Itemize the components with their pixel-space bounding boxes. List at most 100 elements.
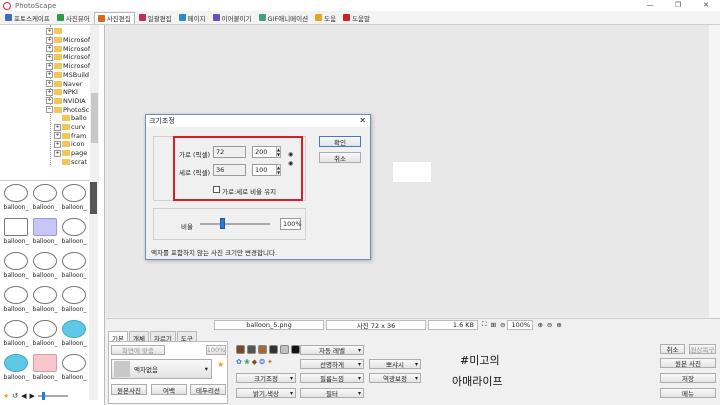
- frame-select[interactable]: 액자없음 ▾: [111, 359, 212, 379]
- effect-icon-1[interactable]: ✿: [236, 358, 242, 366]
- tree-expander-icon[interactable]: +: [46, 45, 53, 53]
- tree-item[interactable]: − PhotoSc: [46, 105, 89, 114]
- tree-scrollbar[interactable]: [90, 25, 99, 185]
- tree-item[interactable]: +: [46, 27, 63, 36]
- tree-expander-icon[interactable]: +: [46, 62, 53, 70]
- save-button[interactable]: 저장: [660, 373, 716, 383]
- backlight-button[interactable]: 역광보정: [369, 373, 421, 383]
- frame-swatch[interactable]: [247, 345, 256, 354]
- tree-item[interactable]: + fram: [54, 131, 86, 140]
- tab-7[interactable]: 도움: [312, 12, 339, 24]
- tab-4[interactable]: 페이지: [176, 12, 209, 24]
- thumbnail-item[interactable]: balloon_: [3, 217, 29, 250]
- thumbnail-item[interactable]: balloon_: [3, 251, 29, 284]
- effect-icon-5[interactable]: ✦: [267, 358, 273, 366]
- auto-level-button[interactable]: 자동 레벨: [300, 345, 364, 355]
- tree-scroll-thumb[interactable]: [91, 93, 98, 143]
- thumbnail-item[interactable]: balloon_: [32, 353, 58, 386]
- frame-swatch[interactable]: [269, 345, 278, 354]
- tree-expander-icon[interactable]: +: [54, 149, 61, 157]
- zoom-plus-icon[interactable]: ⊕: [556, 321, 561, 329]
- margin-button[interactable]: 여백: [151, 384, 187, 395]
- ok-button[interactable]: 확인: [319, 136, 361, 147]
- thumbnail-item[interactable]: balloon_: [61, 217, 87, 250]
- tree-item[interactable]: ballo: [54, 114, 87, 123]
- tree-item[interactable]: + page: [54, 149, 87, 158]
- zoom-in-icon[interactable]: ⊕: [537, 321, 542, 329]
- original-photo-button[interactable]: 원본사진: [111, 384, 147, 395]
- effect-icon-3[interactable]: ◆: [252, 358, 257, 366]
- tab-5[interactable]: 이어붙이기: [210, 12, 255, 24]
- tree-expander-icon[interactable]: +: [46, 27, 53, 35]
- star-icon[interactable]: ★: [3, 392, 9, 400]
- thumbnail-item[interactable]: balloon_: [32, 285, 58, 318]
- tree-item[interactable]: + Microsof: [46, 62, 90, 71]
- tree-item[interactable]: + Microsof: [46, 53, 90, 62]
- tree-expander-icon[interactable]: +: [46, 80, 53, 88]
- undo-all-button[interactable]: 원상복구: [689, 344, 716, 354]
- thumbnail-item[interactable]: balloon_: [3, 319, 29, 352]
- thumbnail-item[interactable]: balloon_: [61, 251, 87, 284]
- balloon-image-preview[interactable]: [393, 162, 431, 182]
- menu-button[interactable]: 메뉴: [660, 388, 716, 398]
- thumbnail-item[interactable]: balloon_: [3, 353, 29, 386]
- tab-2[interactable]: 사진편집: [93, 11, 135, 24]
- tree-expander-icon[interactable]: +: [46, 53, 53, 61]
- zoom-minus-icon[interactable]: ⊖: [547, 321, 552, 329]
- tree-expander-icon[interactable]: +: [46, 97, 53, 105]
- canvas-scrollbar[interactable]: [709, 25, 720, 317]
- frame-swatch[interactable]: [291, 345, 300, 354]
- thumbnail-item[interactable]: balloon_: [32, 319, 58, 352]
- thumbnail-scrollbar[interactable]: [89, 180, 98, 400]
- border-line-button[interactable]: 테두리선: [190, 384, 226, 395]
- thumbnail-item[interactable]: balloon_: [32, 183, 58, 216]
- tree-item[interactable]: + Naver: [46, 79, 82, 88]
- tree-item[interactable]: + NPKI: [46, 88, 78, 97]
- arrow-right-icon[interactable]: ▶: [30, 392, 35, 400]
- tree-item[interactable]: + icon: [54, 140, 84, 149]
- thumbnail-item[interactable]: balloon_: [61, 183, 87, 216]
- tree-expander-icon[interactable]: +: [46, 71, 53, 79]
- favorite-frame-star-icon[interactable]: ★: [217, 360, 224, 369]
- tree-item[interactable]: + curv: [54, 123, 85, 132]
- zoom-out-icon[interactable]: ⊖: [500, 321, 505, 329]
- tree-item[interactable]: + NVIDIA: [46, 97, 86, 106]
- effect-icon-4[interactable]: ❂: [259, 358, 265, 366]
- tree-expander-icon[interactable]: +: [46, 36, 53, 44]
- original-photo-view-button[interactable]: 원본 사진: [660, 358, 716, 368]
- tab-3[interactable]: 일괄편집: [136, 12, 175, 24]
- ratio-percent-field[interactable]: 100%: [280, 218, 302, 230]
- maximize-button[interactable]: ❐: [664, 0, 692, 11]
- thumbnail-scroll-thumb[interactable]: [90, 182, 97, 214]
- frame-swatch[interactable]: [236, 345, 245, 354]
- tab-6[interactable]: GIF애니메이션: [256, 12, 312, 24]
- close-button[interactable]: ✕: [692, 0, 720, 11]
- ratio-slider-track[interactable]: [200, 223, 270, 225]
- tab-1[interactable]: 사진뷰어: [54, 12, 93, 24]
- tab-0[interactable]: 포토스케이프: [2, 12, 53, 24]
- effect-icon-2[interactable]: ❀: [244, 358, 250, 366]
- zoom-actual-icon[interactable]: ⊞: [491, 321, 496, 329]
- tree-item[interactable]: + MSBuild: [46, 71, 89, 80]
- brightness-color-button[interactable]: 밝기,색상: [236, 388, 296, 398]
- fit-percent-field[interactable]: 100%: [206, 345, 226, 355]
- tree-expander-icon[interactable]: +: [54, 140, 61, 148]
- rotate-icon[interactable]: ↺: [12, 392, 18, 400]
- tree-expander-icon[interactable]: +: [46, 88, 53, 96]
- soft-glow-button[interactable]: 뽀샤시: [369, 359, 421, 369]
- thumbnail-item[interactable]: balloon_: [61, 285, 87, 318]
- tree-item[interactable]: + Microsof: [46, 36, 90, 45]
- thumbnail-item[interactable]: balloon_: [61, 319, 87, 352]
- tree-expander-icon[interactable]: +: [54, 132, 61, 140]
- thumbnail-item[interactable]: balloon_: [61, 353, 87, 386]
- tree-expander-icon[interactable]: −: [46, 106, 53, 114]
- thumbnail-item[interactable]: balloon_: [3, 183, 29, 216]
- ratio-slider-thumb[interactable]: [220, 218, 225, 229]
- frame-swatch[interactable]: [258, 345, 267, 354]
- fit-to-screen-button[interactable]: 화면에 맞춤: [111, 345, 165, 355]
- thumbnail-item[interactable]: balloon_: [32, 217, 58, 250]
- thumbnail-item[interactable]: balloon_: [32, 251, 58, 284]
- sharpen-button[interactable]: 선명하게: [300, 359, 364, 369]
- tab-8[interactable]: 도움말: [340, 12, 373, 24]
- tree-item[interactable]: scrat: [54, 158, 87, 165]
